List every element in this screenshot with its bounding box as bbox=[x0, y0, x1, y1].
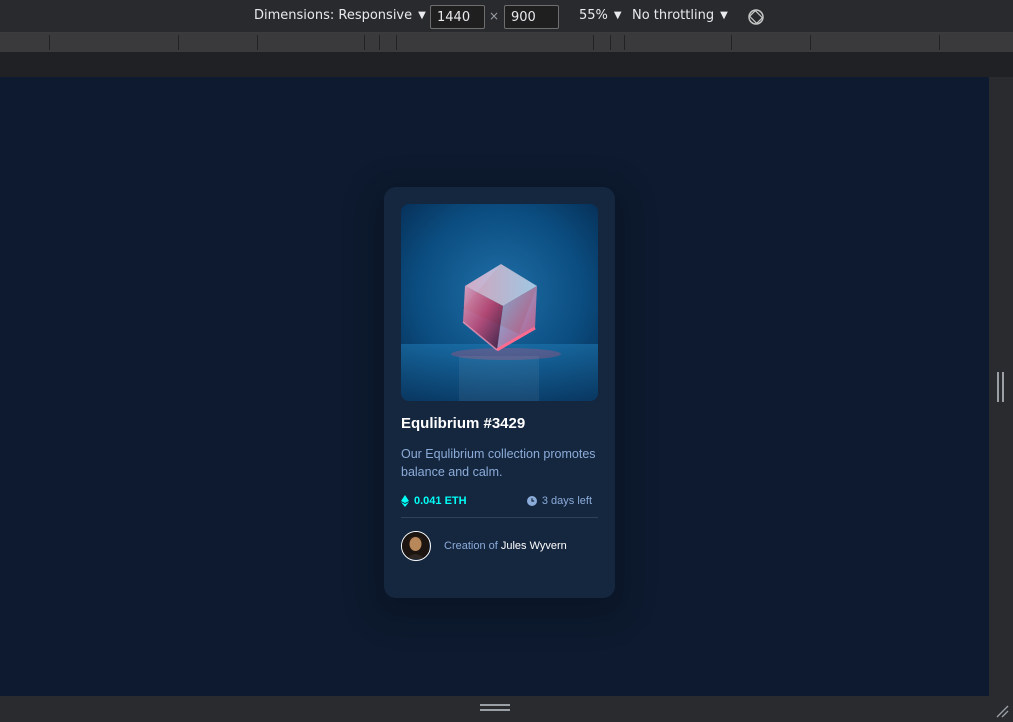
nft-stats: 0.041 ETH 3 days left bbox=[401, 493, 592, 509]
ruler-gap bbox=[0, 52, 1013, 77]
divider bbox=[401, 517, 598, 518]
zoom-label: 55% bbox=[579, 8, 608, 23]
cube-illustration bbox=[401, 204, 598, 401]
nft-description: Our Equlibrium collection promotes balan… bbox=[401, 447, 596, 479]
zoom-dropdown[interactable]: 55% ▼ bbox=[579, 8, 622, 23]
height-input[interactable] bbox=[504, 5, 559, 29]
creation-prefix: Creation of bbox=[444, 540, 498, 552]
resize-corner-icon[interactable] bbox=[995, 704, 1009, 718]
page-viewport: Equlibrium #3429 Our Equlibrium collecti… bbox=[0, 77, 989, 696]
grip-icon bbox=[997, 372, 1004, 402]
right-resize-handle[interactable] bbox=[989, 77, 1013, 696]
caret-down-icon: ▼ bbox=[613, 10, 622, 21]
grip-icon bbox=[480, 704, 510, 711]
bottom-resize-handle[interactable] bbox=[0, 696, 1013, 722]
throttling-label: No throttling bbox=[632, 8, 715, 23]
rotate-icon[interactable] bbox=[747, 8, 765, 26]
device-toolbar: Dimensions: Responsive ▼ × 55% ▼ No thro… bbox=[0, 0, 1013, 33]
time-left: 3 days left bbox=[526, 495, 592, 507]
clock-icon bbox=[526, 496, 537, 506]
price-value: 0.041 ETH bbox=[414, 495, 467, 507]
creator-credit: Creation of Jules Wyvern bbox=[444, 540, 567, 552]
caret-down-icon: ▼ bbox=[720, 10, 728, 21]
time-left-value: 3 days left bbox=[541, 495, 592, 507]
nft-card: Equlibrium #3429 Our Equlibrium collecti… bbox=[384, 187, 615, 598]
dimensions-dropdown[interactable]: Dimensions: Responsive ▼ bbox=[254, 8, 426, 23]
times-icon: × bbox=[489, 9, 500, 23]
author-row: Creation of Jules Wyvern bbox=[401, 531, 567, 561]
caret-down-icon: ▼ bbox=[418, 10, 426, 21]
media-query-bar[interactable] bbox=[0, 33, 1013, 52]
price: 0.041 ETH bbox=[401, 495, 467, 507]
nft-title[interactable]: Equlibrium #3429 bbox=[401, 415, 525, 432]
avatar bbox=[401, 531, 431, 561]
creator-name[interactable]: Jules Wyvern bbox=[501, 540, 567, 552]
ethereum-icon bbox=[401, 495, 409, 507]
width-input[interactable] bbox=[430, 5, 485, 29]
throttling-dropdown[interactable]: No throttling ▼ bbox=[632, 8, 728, 23]
dimensions-label: Dimensions: Responsive bbox=[254, 8, 413, 23]
nft-image[interactable] bbox=[401, 204, 598, 401]
